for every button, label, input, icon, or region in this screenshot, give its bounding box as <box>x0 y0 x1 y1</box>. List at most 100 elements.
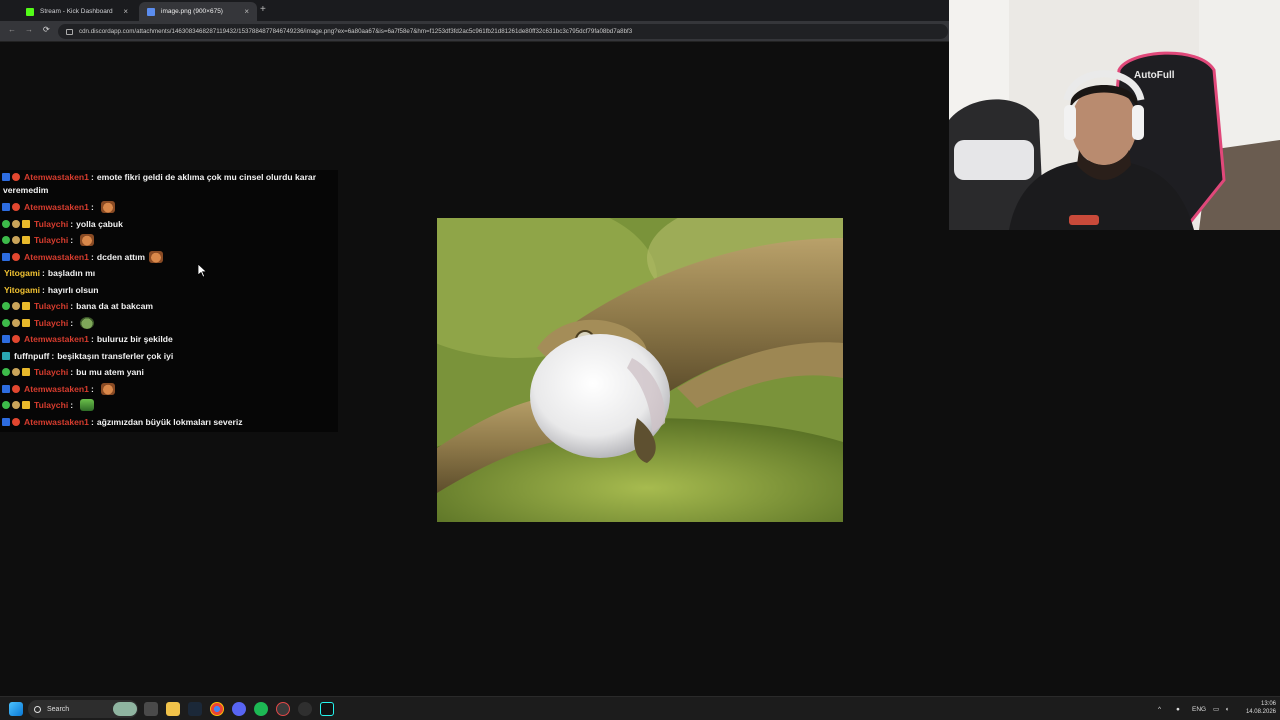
taskbar-clock[interactable]: 13:06 14.08.2026 <box>1240 700 1276 716</box>
windows-taskbar: Search ^ ● ENG ▭ ◖ 13:06 14.08.2026 <box>0 696 1280 720</box>
forward-arrow-icon[interactable]: → <box>25 25 33 34</box>
volume-icon[interactable]: ◖ <box>1225 697 1229 720</box>
chat-text: yolla çabuk <box>76 218 123 229</box>
badges <box>2 236 32 244</box>
chat-username[interactable]: Atemwastaken1 <box>24 417 89 427</box>
chat-text: bu mu atem yani <box>76 367 144 377</box>
chat-message: Tulaychi: bana da at bakcam <box>0 298 338 314</box>
steam-icon[interactable] <box>188 702 202 716</box>
tab-image[interactable]: image.png (900×675) × <box>139 2 257 21</box>
chat-text: dcden attım <box>96 251 146 262</box>
network-icon[interactable]: ▭ <box>1213 697 1219 720</box>
tab-kick-dashboard[interactable]: Stream - Kick Dashboard × <box>18 2 136 21</box>
badge-icon <box>12 384 20 393</box>
obs-icon[interactable] <box>276 702 290 716</box>
settings-gear-icon[interactable] <box>298 702 312 716</box>
chat-username[interactable]: Tulaychi <box>34 301 68 311</box>
chat-username[interactable]: fuffnpuff <box>14 351 49 361</box>
chat-separator: : <box>70 317 74 328</box>
address-bar[interactable]: cdn.discordapp.com/attachments/146308346… <box>58 24 948 39</box>
badges <box>2 401 32 409</box>
badge-icon <box>2 384 10 393</box>
chat-message: Yitogami: başladın mı <box>0 265 338 281</box>
chat-username[interactable]: Atemwastaken1 <box>24 384 89 394</box>
badge-icon <box>22 401 30 409</box>
chat-text: bana da at bakcam <box>76 301 154 311</box>
tab-close-icon[interactable]: × <box>123 7 128 16</box>
clock-time: 13:06 <box>1260 701 1276 707</box>
chat-text: emote fikri geldi de aklıma çok mu cinse… <box>96 172 317 182</box>
badge-icon <box>2 302 10 310</box>
badges <box>2 252 22 261</box>
tab-title: Stream - Kick Dashboard <box>40 8 113 15</box>
badge-icon <box>12 219 20 228</box>
badge-icon <box>12 302 20 310</box>
chat-message: Atemwastaken1: ağzımızdan büyük lokmaları… <box>0 414 338 430</box>
badge-icon <box>22 236 30 244</box>
task-view-icon[interactable] <box>144 702 158 716</box>
badge-icon <box>2 236 10 244</box>
badges <box>2 173 22 181</box>
chat-username[interactable]: Atemwastaken1 <box>24 334 89 344</box>
chat-separator: : <box>70 235 74 245</box>
chat-separator: : <box>70 301 74 311</box>
file-explorer-icon[interactable] <box>166 702 180 716</box>
chat-username[interactable]: Tulaychi <box>34 400 68 410</box>
tiktok-icon[interactable] <box>320 702 334 716</box>
chat-separator: : <box>90 383 94 394</box>
chat-message: Tulaychi: <box>0 397 338 413</box>
back-arrow-icon[interactable]: ← <box>8 25 16 34</box>
chat-separator: : <box>90 251 94 262</box>
chat-username[interactable]: Tulaychi <box>34 318 68 328</box>
chat-message: Tulaychi: <box>0 232 338 248</box>
chat-username[interactable]: Yitogami <box>4 285 40 295</box>
chat-text: başladın mı <box>47 268 96 278</box>
chat-message: fuffnpuff: beşiktaşın transferler çok iyi <box>0 348 338 364</box>
tray-chevron-icon[interactable]: ^ <box>1158 697 1161 720</box>
chat-username[interactable]: Tulaychi <box>34 219 68 229</box>
discord-icon[interactable] <box>232 702 246 716</box>
badge-icon <box>12 417 20 426</box>
spotify-icon[interactable] <box>254 702 268 716</box>
badges <box>2 318 32 327</box>
mic-icon[interactable]: ● <box>1176 697 1180 720</box>
badge-icon <box>12 203 20 211</box>
cat-emote-icon <box>100 382 115 395</box>
badges <box>2 335 22 343</box>
chat-username[interactable]: Tulaychi <box>34 235 68 245</box>
widgets-icon[interactable] <box>113 702 137 716</box>
badges <box>2 368 32 376</box>
chair-logo: AutoFull <box>1134 70 1175 81</box>
chat-username[interactable]: Tulaychi <box>34 367 68 377</box>
chat-username: Atemwastaken1 <box>24 172 89 182</box>
browser-toolbar: ← → ⟳ cdn.discordapp.com/attachments/146… <box>0 21 949 42</box>
url-text: cdn.discordapp.com/attachments/146308346… <box>79 28 633 35</box>
chat-text: ağzımızdan büyük lokmaları severiz <box>96 416 243 427</box>
chat-text-continuation: veremedim <box>3 185 49 195</box>
badge-icon <box>12 173 20 181</box>
chat-username[interactable]: Atemwastaken1 <box>24 202 89 212</box>
badge-icon <box>22 219 30 228</box>
pic-emote-icon <box>80 399 95 411</box>
chrome-icon[interactable] <box>210 702 224 716</box>
chat-username[interactable]: Yitogami <box>4 268 40 278</box>
tab-close-icon[interactable]: × <box>244 7 249 16</box>
chat-separator: : <box>90 172 94 182</box>
screen: Stream - Kick Dashboard × image.png (900… <box>0 0 1280 720</box>
badge-icon <box>12 318 20 327</box>
frog-emote-icon <box>80 316 95 329</box>
reload-icon[interactable]: ⟳ <box>43 25 50 34</box>
chat-separator: : <box>41 268 45 278</box>
site-info-icon[interactable] <box>66 28 73 35</box>
search-label: Search <box>47 705 70 713</box>
new-tab-button[interactable]: + <box>260 4 266 15</box>
windows-start-icon[interactable] <box>9 702 23 716</box>
chat-username[interactable]: Atemwastaken1 <box>24 252 89 262</box>
chat-separator: : <box>70 218 74 229</box>
badge-icon <box>2 368 10 376</box>
clock-date: 14.08.2026 <box>1245 709 1276 715</box>
language-indicator[interactable]: ENG <box>1192 697 1206 720</box>
cat-emote-icon <box>149 250 164 263</box>
badge-icon <box>2 252 10 261</box>
badge-icon <box>12 401 20 409</box>
